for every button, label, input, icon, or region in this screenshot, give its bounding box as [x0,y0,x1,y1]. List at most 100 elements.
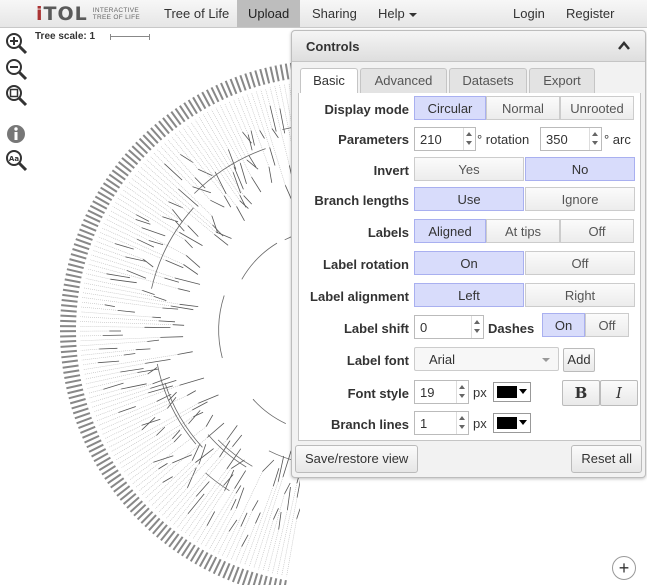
nav-login[interactable]: Login [502,0,556,27]
label-alignment-right[interactable]: Right [525,283,635,307]
clade-arc [217,439,253,467]
leaf-label-mark [264,67,271,84]
font-style-label: Font style [347,386,409,401]
leaf-dash [144,482,164,499]
leaf-label-mark [259,68,266,85]
leaf-label-mark [68,393,85,400]
invert-no[interactable]: No [525,157,635,181]
leaf-dash [188,485,224,537]
branch [278,511,282,530]
arc-input[interactable]: 350 [540,127,602,151]
itol-logo[interactable]: iTOL INTERACTIVE TREE OF LIFE [36,2,140,25]
branch-width-input[interactable]: 1 [414,411,469,435]
leaf-label-mark [266,576,273,585]
tab-advanced[interactable]: Advanced [360,68,447,93]
add-font-button[interactable]: Add [563,348,595,372]
label-rotation-on[interactable]: On [414,251,524,275]
reset-all-button[interactable]: Reset all [571,445,642,473]
leaf-dash [83,354,178,370]
leaf-dash [235,546,242,562]
tab-basic[interactable]: Basic [300,68,358,94]
branch [165,259,184,269]
parameters-label: Parameters [338,132,409,147]
leaf-label-mark [269,66,275,83]
display-mode-normal[interactable]: Normal [486,96,560,120]
leaf-label-mark [65,273,82,279]
phylogenetic-tree-canvas[interactable] [0,28,300,585]
zoom-plus-button[interactable]: + [612,556,636,580]
label-font-select[interactable]: Arial [414,347,559,371]
chevron-up-icon[interactable] [617,39,631,53]
leaf-dash [105,218,150,241]
italic-button[interactable]: I [600,380,638,406]
leaf-dash [93,392,149,413]
leaf-dash [171,136,199,170]
dashes-on[interactable]: On [542,313,585,337]
display-mode-circular[interactable]: Circular [414,96,486,120]
branch-lengths-use[interactable]: Use [414,187,524,211]
branch [243,195,252,205]
clade-arc [218,295,225,359]
bold-button[interactable]: B [562,380,600,406]
leaf-label-mark [63,369,80,374]
leaf-label-mark [121,157,135,169]
leaf-label-mark [61,299,78,303]
display-mode-unrooted[interactable]: Unrooted [560,96,634,120]
nav-upload[interactable]: Upload [237,0,301,27]
invert-label: Invert [373,163,409,178]
leaf-label-mark [126,496,140,509]
leaf-label-mark [282,579,287,585]
leaf-label-mark [284,63,290,80]
controls-tabs: Basic Advanced Datasets Export [298,66,639,94]
branch [284,482,291,494]
leaf-label-mark [249,71,256,88]
branch [224,469,235,491]
dashes-off[interactable]: Off [585,313,629,337]
arc-unit-label: ° arc [604,132,631,147]
leaf-label-mark [122,492,137,505]
leaf-label-mark [64,278,81,284]
logo-text: iTOL [36,2,88,25]
label-rotation-off[interactable]: Off [525,251,635,275]
leaf-label-mark [61,359,78,364]
labels-at-tips[interactable]: At tips [486,219,560,243]
leaf-dash [112,206,136,220]
labels-aligned[interactable]: Aligned [414,219,486,243]
nav-help[interactable]: Help [367,0,428,27]
branch [223,195,232,208]
labels-off[interactable]: Off [560,219,634,243]
branch [179,232,203,246]
controls-panel-header[interactable]: Controls [292,31,645,62]
leaf-dash [81,301,105,306]
font-size-input[interactable]: 19 [414,380,469,404]
rotation-input[interactable]: 210 [414,127,476,151]
branch [271,128,279,139]
save-restore-view-button[interactable]: Save/restore view [295,445,419,473]
label-alignment-left[interactable]: Left [414,283,524,307]
branch-lengths-ignore[interactable]: Ignore [525,187,635,211]
branch [141,418,161,426]
label-shift-input[interactable]: 0 [414,315,484,339]
leaf-dash [196,525,208,542]
leaf-label-mark [63,283,80,289]
leaf-dash [248,481,279,567]
leaf-label-mark [131,145,145,158]
branch [287,486,291,510]
branch [179,303,199,307]
tab-export[interactable]: Export [529,68,595,93]
leaf-dash [110,210,143,229]
branch-color-picker[interactable] [493,413,531,433]
branch [241,534,249,547]
font-color-picker[interactable] [493,382,531,402]
nav-tree-of-life[interactable]: Tree of Life [153,0,240,27]
branch [188,410,201,424]
tab-datasets[interactable]: Datasets [449,68,527,93]
leaf-label-mark [62,293,79,298]
branch [251,176,262,193]
branch [255,512,261,524]
branch [234,470,247,489]
nav-sharing[interactable]: Sharing [301,0,368,27]
invert-yes[interactable]: Yes [414,157,524,181]
branch [153,455,174,463]
nav-register[interactable]: Register [555,0,625,27]
